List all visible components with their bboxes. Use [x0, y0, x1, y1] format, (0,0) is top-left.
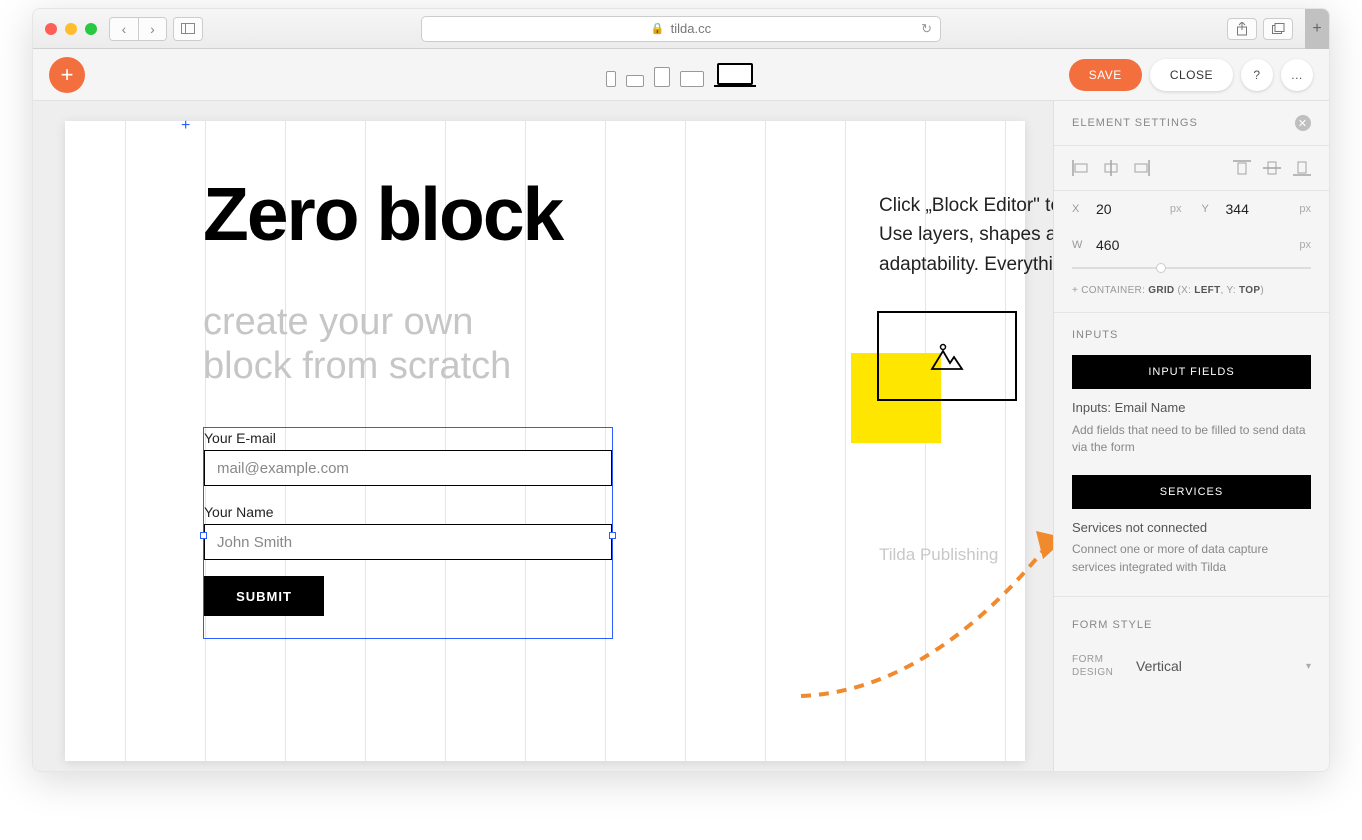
panel-header: ELEMENT SETTINGS ✕ — [1054, 101, 1329, 146]
add-handle-icon[interactable]: + — [181, 121, 195, 135]
chrome-right: + — [1227, 9, 1317, 49]
form-style-title: FORM STYLE — [1054, 603, 1329, 641]
save-button[interactable]: SAVE — [1069, 59, 1142, 91]
share-icon[interactable] — [1227, 18, 1257, 40]
align-bottom-icon[interactable] — [1293, 160, 1311, 176]
more-button[interactable]: ... — [1281, 59, 1313, 91]
app-toolbar: + SAVE CLOSE ? ... — [33, 49, 1329, 101]
input-fields-button[interactable]: INPUT FIELDS — [1072, 355, 1311, 389]
help-button[interactable]: ? — [1241, 59, 1273, 91]
sidebar-toggle-icon[interactable] — [174, 18, 202, 40]
name-label: Your Name — [204, 502, 612, 524]
device-desktop-icon[interactable] — [714, 63, 756, 87]
panel-title: ELEMENT SETTINGS — [1072, 117, 1198, 129]
sidebar-toggle-group — [173, 17, 203, 41]
name-field[interactable]: John Smith — [204, 524, 612, 560]
services-status-text: Services not connected — [1054, 519, 1329, 542]
forward-button[interactable]: › — [138, 18, 166, 40]
align-center-v-icon[interactable] — [1263, 160, 1281, 176]
device-phone-icon[interactable] — [606, 71, 616, 87]
chevron-down-icon: ▾ — [1306, 661, 1311, 672]
x-label: X — [1072, 203, 1086, 215]
resize-handle-left[interactable] — [200, 532, 207, 539]
submit-button[interactable]: SUBMIT — [204, 576, 324, 616]
form-design-select[interactable]: Vertical ▾ — [1136, 651, 1311, 681]
reload-icon[interactable]: ↻ — [921, 21, 932, 37]
inputs-section-title: INPUTS — [1054, 313, 1329, 351]
slider-thumb[interactable] — [1156, 263, 1166, 273]
device-tablet-icon[interactable] — [654, 67, 670, 87]
canvas[interactable]: + Zero block create your own block from … — [65, 121, 1025, 761]
width-slider[interactable] — [1072, 267, 1311, 269]
services-help-text: Connect one or more of data capture serv… — [1054, 541, 1329, 590]
subtitle[interactable]: create your own block from scratch — [203, 301, 511, 388]
form-design-label: FORMDESIGN — [1072, 653, 1122, 679]
width-row: W 460 px — [1054, 227, 1329, 263]
device-tablet-landscape-icon[interactable] — [680, 71, 704, 87]
add-element-button[interactable]: + — [49, 57, 85, 93]
form-element-selected[interactable]: Your E-mail mail@example.com Your Name J… — [203, 427, 613, 639]
settings-panel: ELEMENT SETTINGS ✕ X 20 px Y 344 px — [1053, 101, 1329, 771]
email-field[interactable]: mail@example.com — [204, 450, 612, 486]
subtitle-line2: block from scratch — [203, 345, 511, 387]
minimize-window-icon[interactable] — [65, 23, 77, 35]
w-input[interactable]: 460 — [1096, 237, 1146, 253]
device-preview-switcher — [606, 63, 756, 87]
image-icon — [930, 341, 964, 371]
workspace: + Zero block create your own block from … — [33, 101, 1329, 771]
panel-close-button[interactable]: ✕ — [1295, 115, 1311, 131]
position-row: X 20 px Y 344 px — [1054, 191, 1329, 227]
toolbar-actions: SAVE CLOSE ? ... — [1069, 59, 1313, 91]
email-label: Your E-mail — [204, 428, 612, 450]
inputs-help-text: Add fields that need to be filled to sen… — [1054, 422, 1329, 471]
align-left-icon[interactable] — [1072, 160, 1090, 176]
maximize-window-icon[interactable] — [85, 23, 97, 35]
close-button[interactable]: CLOSE — [1150, 59, 1233, 91]
container-info: + CONTAINER: GRID (X: LEFT, Y: TOP) — [1054, 279, 1329, 313]
device-phone-landscape-icon[interactable] — [626, 75, 644, 87]
w-label: W — [1072, 239, 1086, 251]
nav-buttons: ‹ › — [109, 17, 167, 41]
new-tab-button[interactable]: + — [1305, 9, 1329, 49]
x-input[interactable]: 20 — [1096, 201, 1146, 217]
back-button[interactable]: ‹ — [110, 18, 138, 40]
image-placeholder[interactable] — [877, 311, 1017, 401]
align-top-icon[interactable] — [1233, 160, 1251, 176]
services-button[interactable]: SERVICES — [1072, 475, 1311, 509]
align-center-h-icon[interactable] — [1102, 160, 1120, 176]
browser-window: ‹ › 🔒 tilda.cc ↻ + + — [32, 8, 1330, 772]
resize-handle-right[interactable] — [609, 532, 616, 539]
close-window-icon[interactable] — [45, 23, 57, 35]
window-controls — [45, 23, 97, 35]
alignment-controls — [1054, 146, 1329, 191]
watermark-text: Tilda Publishing — [879, 545, 998, 565]
hero-title[interactable]: Zero block — [203, 171, 562, 257]
y-input[interactable]: 344 — [1226, 201, 1276, 217]
form-design-row: FORMDESIGN Vertical ▾ — [1054, 641, 1329, 701]
url-text: tilda.cc — [671, 21, 711, 36]
lock-icon: 🔒 — [651, 22, 665, 35]
align-right-icon[interactable] — [1132, 160, 1150, 176]
y-label: Y — [1202, 203, 1216, 215]
browser-chrome: ‹ › 🔒 tilda.cc ↻ + — [33, 9, 1329, 49]
subtitle-line1: create your own — [203, 301, 473, 343]
url-bar[interactable]: 🔒 tilda.cc ↻ — [421, 16, 941, 42]
tabs-icon[interactable] — [1263, 18, 1293, 40]
inputs-list-text: Inputs: Email Name — [1054, 399, 1329, 422]
